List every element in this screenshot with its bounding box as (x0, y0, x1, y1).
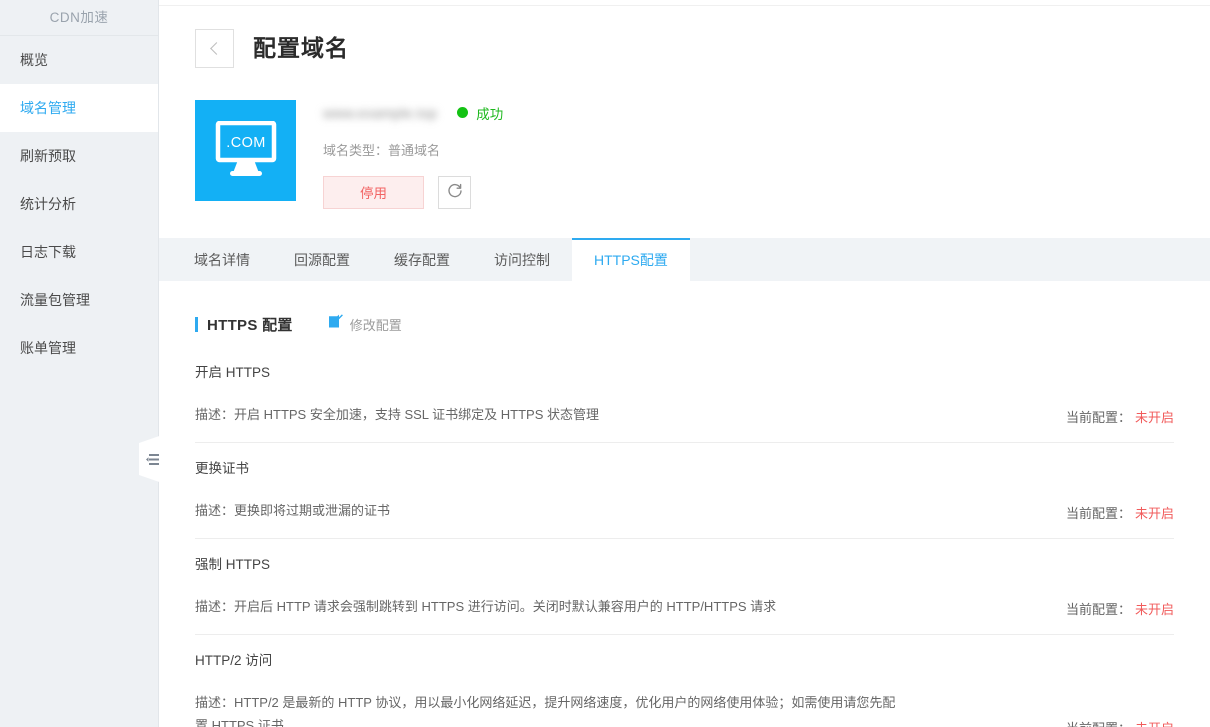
collapse-menu-icon (146, 454, 159, 465)
config-current-label: 当前配置： (1066, 410, 1131, 425)
config-current-value: 未开启 (1135, 410, 1174, 425)
sidebar: CDN加速 概览域名管理刷新预取统计分析日志下载流量包管理账单管理 (0, 0, 159, 727)
config-current-label: 当前配置： (1066, 721, 1131, 727)
config-row-current: 当前配置： 未开启 (1046, 407, 1174, 426)
refresh-button[interactable] (438, 176, 471, 209)
config-row-description: 描述：开启后 HTTP 请求会强制跳转到 HTTPS 进行访问。关闭时默认兼容用… (195, 595, 776, 618)
config-row-body: 描述：开启后 HTTP 请求会强制跳转到 HTTPS 进行访问。关闭时默认兼容用… (195, 595, 1174, 618)
tab-1[interactable]: 回源配置 (272, 238, 372, 281)
sidebar-item-4[interactable]: 日志下载 (0, 228, 158, 276)
section-header: HTTPS 配置 修改配置 (195, 281, 1174, 335)
sidebar-item-5[interactable]: 流量包管理 (0, 276, 158, 324)
config-current-label: 当前配置： (1066, 506, 1131, 521)
tab-2[interactable]: 缓存配置 (372, 238, 472, 281)
tab-label: 域名详情 (194, 250, 250, 270)
config-row-current: 当前配置： 未开启 (1046, 599, 1174, 618)
config-row: 更换证书描述：更换即将过期或泄漏的证书 当前配置： 未开启 (195, 443, 1174, 539)
main-content: 配置域名 .COM www.example.top 成功 域名类型：普通域名 (159, 0, 1210, 727)
config-row-description: 描述：开启 HTTPS 安全加速，支持 SSL 证书绑定及 HTTPS 状态管理 (195, 403, 599, 426)
tab-label: 缓存配置 (394, 250, 450, 270)
edit-square-icon (328, 314, 343, 334)
sidebar-item-label: 账单管理 (20, 340, 76, 356)
config-row-body: 描述：更换即将过期或泄漏的证书 当前配置： 未开启 (195, 499, 1174, 522)
sidebar-item-label: 刷新预取 (20, 148, 76, 164)
config-current-value: 未开启 (1135, 602, 1174, 617)
config-row-name: 开启 HTTPS (195, 361, 1174, 381)
section-accent-bar (195, 317, 198, 332)
back-button[interactable] (195, 29, 234, 68)
sidebar-item-1[interactable]: 域名管理 (0, 84, 158, 132)
tab-label: 回源配置 (294, 250, 350, 270)
sidebar-item-0[interactable]: 概览 (0, 36, 158, 84)
refresh-icon (447, 183, 463, 202)
https-config-panel: HTTPS 配置 修改配置 开启 HTTPS 描述：开启 HTTPS 安全加速，支… (159, 281, 1210, 727)
tab-bar-left-pad (159, 238, 172, 281)
disable-domain-button[interactable]: 停用 (323, 176, 424, 209)
sidebar-item-6[interactable]: 账单管理 (0, 324, 158, 372)
edit-config-label: 修改配置 (350, 315, 402, 334)
tab-3[interactable]: 访问控制 (472, 238, 572, 281)
config-current-label: 当前配置： (1066, 602, 1131, 617)
tab-label: HTTPS配置 (594, 250, 668, 270)
config-row: HTTP/2 访问描述：HTTP/2 是最新的 HTTP 协议，用以最小化网络延… (195, 635, 1174, 727)
tab-label: 访问控制 (494, 250, 550, 270)
page-header: 配置域名 (159, 6, 1210, 76)
config-row-description: 描述：HTTP/2 是最新的 HTTP 协议，用以最小化网络延迟，提升网络速度，… (195, 691, 907, 727)
domain-name-row: www.example.top 成功 (323, 102, 503, 124)
domain-type-label: 域名类型：普通域名 (323, 140, 503, 159)
tab-bar: 域名详情 回源配置 缓存配置 访问控制 HTTPS配置 (159, 238, 1210, 281)
config-row-list: 开启 HTTPS 描述：开启 HTTPS 安全加速，支持 SSL 证书绑定及 HT… (195, 347, 1174, 727)
section-title: HTTPS 配置 (207, 314, 293, 335)
chevron-left-icon (210, 43, 223, 56)
sidebar-item-2[interactable]: 刷新预取 (0, 132, 158, 180)
sidebar-nav: 概览域名管理刷新预取统计分析日志下载流量包管理账单管理 (0, 36, 158, 372)
app-root: CDN加速 概览域名管理刷新预取统计分析日志下载流量包管理账单管理 配置域名 (0, 0, 1210, 727)
config-row: 开启 HTTPS 描述：开启 HTTPS 安全加速，支持 SSL 证书绑定及 HT… (195, 347, 1174, 443)
tab-4[interactable]: HTTPS配置 (572, 238, 690, 281)
domain-name: www.example.top (323, 105, 437, 121)
config-row-body: 描述：HTTP/2 是最新的 HTTP 协议，用以最小化网络延迟，提升网络速度，… (195, 691, 1174, 727)
config-row-current: 当前配置： 未开启 (1046, 718, 1174, 727)
sidebar-item-3[interactable]: 统计分析 (0, 180, 158, 228)
config-current-value: 未开启 (1135, 506, 1174, 521)
status-badge: 成功 (476, 103, 503, 123)
config-current-value: 未开启 (1135, 721, 1174, 727)
monitor-dot-com-icon: .COM (195, 100, 296, 201)
sidebar-item-label: 统计分析 (20, 196, 76, 212)
svg-text:.COM: .COM (226, 135, 265, 151)
tab-list: 域名详情 回源配置 缓存配置 访问控制 HTTPS配置 (172, 238, 690, 281)
domain-info: www.example.top 成功 域名类型：普通域名 停用 (323, 100, 503, 209)
sidebar-item-label: 流量包管理 (20, 292, 90, 308)
page-title: 配置域名 (253, 37, 349, 60)
domain-summary: .COM www.example.top 成功 域名类型：普通域名 停用 (159, 76, 1210, 209)
domain-actions: 停用 (323, 176, 503, 209)
edit-config-link[interactable]: 修改配置 (328, 314, 402, 334)
config-row-current: 当前配置： 未开启 (1046, 503, 1174, 522)
sidebar-brand: CDN加速 (0, 0, 158, 36)
sidebar-item-label: 域名管理 (20, 100, 76, 116)
config-row-name: 更换证书 (195, 457, 1174, 477)
config-row-description: 描述：更换即将过期或泄漏的证书 (195, 499, 390, 522)
config-row-name: HTTP/2 访问 (195, 649, 1174, 669)
config-row-name: 强制 HTTPS (195, 553, 1174, 573)
sidebar-item-label: 概览 (20, 52, 48, 68)
status-dot-icon (457, 107, 468, 118)
tab-0[interactable]: 域名详情 (172, 238, 272, 281)
config-row-body: 描述：开启 HTTPS 安全加速，支持 SSL 证书绑定及 HTTPS 状态管理… (195, 403, 1174, 426)
sidebar-item-label: 日志下载 (20, 244, 76, 260)
config-row: 强制 HTTPS 描述：开启后 HTTP 请求会强制跳转到 HTTPS 进行访问。… (195, 539, 1174, 635)
